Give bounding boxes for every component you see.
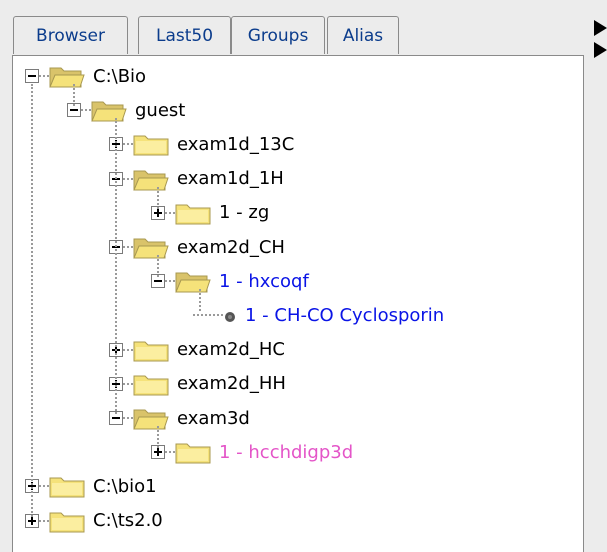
folder-open-icon xyxy=(91,98,127,122)
tree-item-label: 1 - hxcoqf xyxy=(219,270,309,292)
tree-connector xyxy=(123,382,133,385)
tree-connector xyxy=(165,211,175,214)
tree-item[interactable]: exam1d_13C xyxy=(109,126,294,162)
file-tree-panel: C:\Bio guest exam1d_13C exam1d_1H 1 - zg exam… xyxy=(12,55,584,552)
folder-closed-icon xyxy=(133,338,169,362)
tree-connector xyxy=(165,451,175,454)
tree-connector xyxy=(157,426,159,449)
tab-label: Groups xyxy=(247,25,309,46)
tree-item-label: exam3d xyxy=(177,407,250,429)
tree-connector xyxy=(115,118,117,414)
tree-connector xyxy=(39,519,49,522)
tree-item-label: guest xyxy=(135,99,186,121)
tree-item-label: exam1d_1H xyxy=(177,168,284,190)
tree-connector xyxy=(123,417,133,419)
tree-connector xyxy=(123,177,133,180)
tab-alias[interactable]: Alias xyxy=(327,16,399,54)
tree-connector xyxy=(199,289,201,312)
bullet-icon xyxy=(223,308,237,323)
tree-connector xyxy=(193,314,223,317)
tree-item[interactable]: 1 - CH-CO Cyclosporin xyxy=(193,297,444,333)
tree-item-label: C:\bio1 xyxy=(93,475,157,497)
tree-item[interactable]: exam1d_1H xyxy=(109,161,284,197)
tab-browser[interactable]: Browser xyxy=(13,16,128,54)
tree-connector xyxy=(123,348,133,351)
tree-item[interactable]: C:\Bio xyxy=(25,58,146,94)
tree-item[interactable]: exam2d_CH xyxy=(109,229,285,265)
tree-connector xyxy=(123,143,133,146)
tree-item[interactable]: exam2d_HH xyxy=(109,366,286,402)
tree-connector xyxy=(39,75,49,77)
tree-connector xyxy=(81,109,91,112)
tree-item[interactable]: 1 - hxcoqf xyxy=(151,263,309,299)
tree-item-label: C:\ts2.0 xyxy=(93,510,163,532)
tree-connector xyxy=(123,246,133,248)
tab-last50[interactable]: Last50 xyxy=(138,16,231,54)
tree-item[interactable]: 1 - zg xyxy=(151,195,269,231)
folder-open-icon xyxy=(133,406,169,430)
folder-closed-icon xyxy=(133,372,169,396)
tree-connector xyxy=(157,186,159,209)
tree-item[interactable]: exam2d_HC xyxy=(109,332,285,368)
tree-connector xyxy=(165,280,175,283)
tree-item[interactable]: guest xyxy=(67,92,185,128)
folder-closed-icon xyxy=(133,132,169,156)
tree-connector xyxy=(39,485,49,488)
tree-item-label: 1 - zg xyxy=(219,202,270,224)
tree-connector xyxy=(73,84,75,107)
tree-item-label: exam2d_HH xyxy=(177,373,286,395)
tab-groups[interactable]: Groups xyxy=(231,16,325,54)
tab-label: Last50 xyxy=(155,25,214,46)
folder-open-icon xyxy=(133,167,169,191)
tree-item[interactable]: C:\bio1 xyxy=(25,468,157,504)
folder-open-icon xyxy=(175,269,211,293)
tree-connector xyxy=(157,255,159,278)
tree-item-label: 1 - CH-CO Cyclosporin xyxy=(245,304,445,326)
tree-item-label: exam2d_HC xyxy=(177,339,285,361)
folder-closed-icon xyxy=(175,201,211,225)
collapse-icon[interactable] xyxy=(25,69,39,83)
tree-item-label: exam2d_CH xyxy=(177,236,285,258)
tree-item-label: C:\Bio xyxy=(93,65,147,87)
tab-label: Alias xyxy=(342,25,384,46)
folder-closed-icon xyxy=(49,474,85,498)
tree-item[interactable]: 1 - hcchdigp3d xyxy=(151,434,353,470)
collapse-arrow-icon[interactable] xyxy=(594,14,607,60)
tree-item[interactable]: exam3d xyxy=(109,400,250,436)
tree-connector xyxy=(31,84,33,517)
folder-closed-icon xyxy=(49,509,85,533)
folder-closed-icon xyxy=(175,440,211,464)
tree-item-label: 1 - hcchdigp3d xyxy=(219,441,354,463)
folder-open-icon xyxy=(133,235,169,259)
tab-label: Browser xyxy=(36,25,105,46)
tree-item[interactable]: C:\ts2.0 xyxy=(25,503,163,539)
folder-open-icon xyxy=(49,64,85,88)
tree-item-label: exam1d_13C xyxy=(177,133,295,155)
